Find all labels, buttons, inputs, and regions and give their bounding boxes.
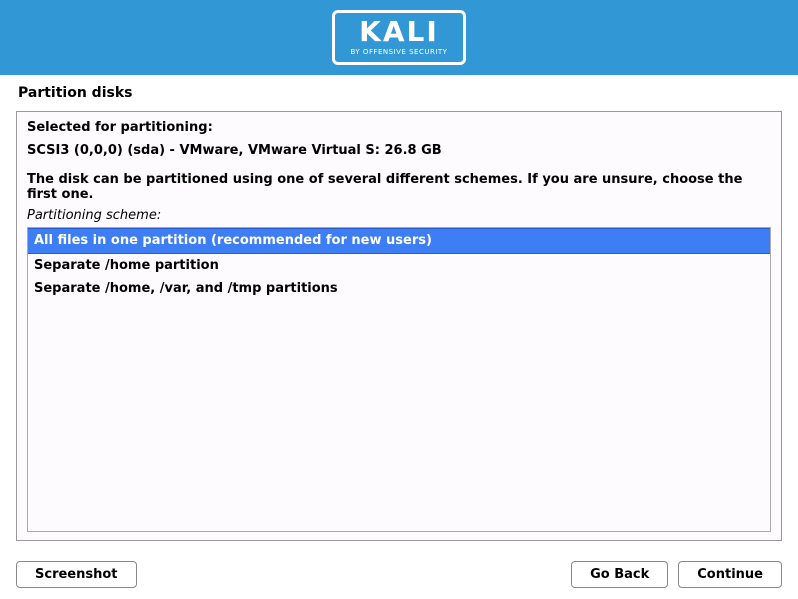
selected-label: Selected for partitioning: (27, 120, 771, 135)
main-panel: Selected for partitioning: SCSI3 (0,0,0)… (16, 111, 782, 541)
scheme-label: Partitioning scheme: (27, 208, 771, 223)
logo-text: KALI (351, 18, 448, 46)
screenshot-button[interactable]: Screenshot (16, 561, 137, 588)
continue-button[interactable]: Continue (678, 561, 782, 588)
scheme-option[interactable]: Separate /home, /var, and /tmp partition… (28, 277, 770, 301)
scheme-option[interactable]: Separate /home partition (28, 254, 770, 278)
disk-info: SCSI3 (0,0,0) (sda) - VMware, VMware Vir… (27, 143, 771, 158)
go-back-button[interactable]: Go Back (571, 561, 668, 588)
scheme-option[interactable]: All files in one partition (recommended … (28, 228, 770, 254)
page-title: Partition disks (0, 75, 798, 111)
footer-buttons: Screenshot Go Back Continue (0, 541, 798, 588)
scheme-list: All files in one partition (recommended … (27, 227, 771, 532)
header-banner: KALI BY OFFENSIVE SECURITY (0, 0, 798, 75)
instruction-text: The disk can be partitioned using one of… (27, 172, 771, 202)
logo-subtitle: BY OFFENSIVE SECURITY (351, 48, 448, 56)
kali-logo: KALI BY OFFENSIVE SECURITY (332, 10, 467, 65)
